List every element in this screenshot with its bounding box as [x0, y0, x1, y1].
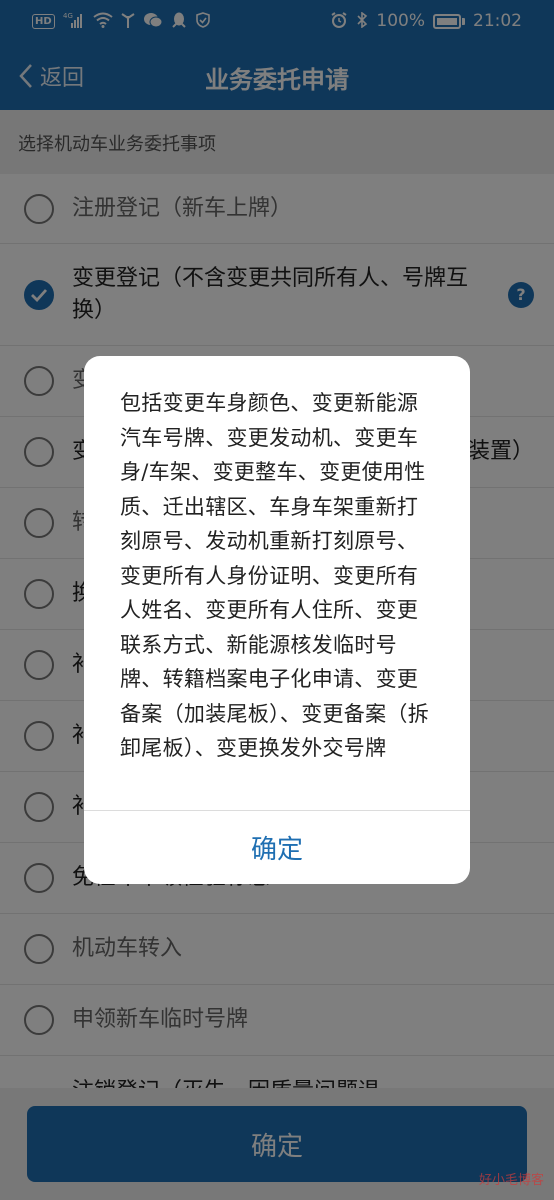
info-dialog: 包括变更车身颜色、变更新能源汽车号牌、变更发动机、变更车身/车架、变更整车、变更…: [84, 356, 470, 884]
watermark: 好小毛博客: [478, 1173, 544, 1188]
dialog-ok-button[interactable]: 确定: [84, 811, 470, 884]
dialog-message: 包括变更车身颜色、变更新能源汽车号牌、变更发动机、变更车身/车架、变更整车、变更…: [120, 391, 429, 760]
